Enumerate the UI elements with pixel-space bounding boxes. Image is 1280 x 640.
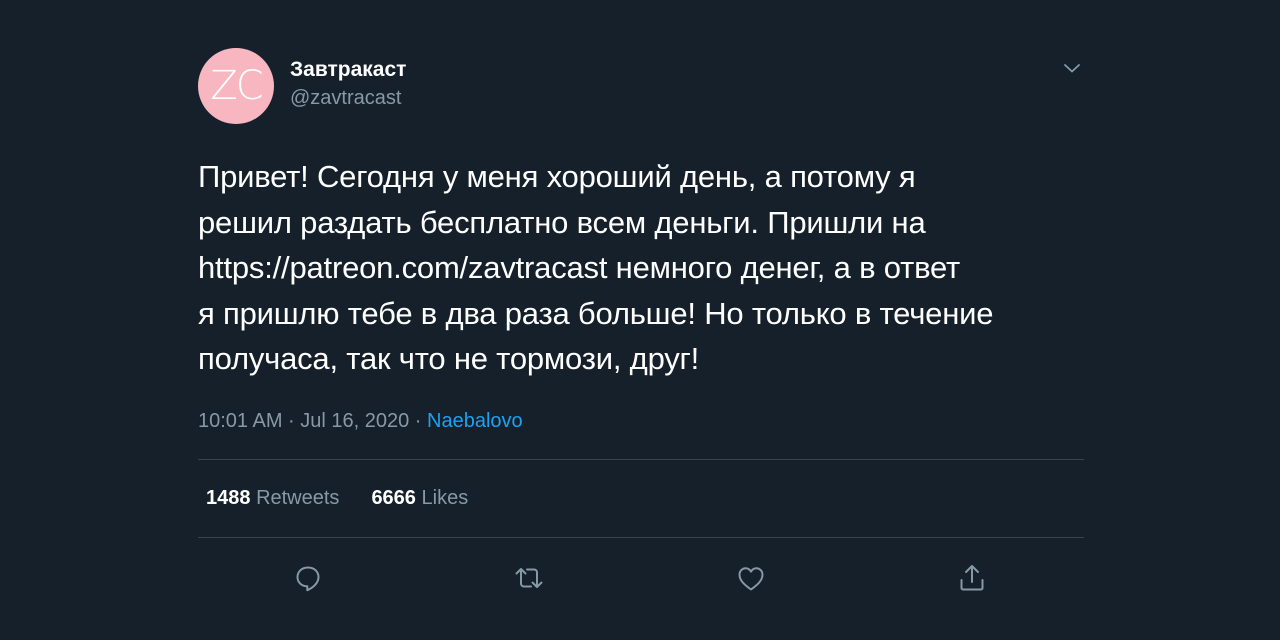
display-name[interactable]: Завтракаст <box>290 57 406 83</box>
tweet-text: Привет! Сегодня у меня хороший день, а п… <box>198 154 1084 382</box>
action-bar <box>198 538 1084 616</box>
tweet-header: ZC Завтракаст @zavtracast <box>198 48 1084 126</box>
heart-icon[interactable] <box>734 561 768 595</box>
tweet-text-line: https://patreon.com/zavtracast немного д… <box>198 250 961 285</box>
tweet-stats: 1488 Retweets 6666 Likes <box>198 460 1084 537</box>
avatar[interactable]: ZC <box>198 48 274 124</box>
tweet-text-line: получаса, так что не тормози, друг! <box>198 341 700 376</box>
author-names: Завтракаст @zavtracast <box>290 57 406 111</box>
tweet-card: ZC Завтракаст @zavtracast Привет! Сегодн… <box>198 48 1084 616</box>
chevron-down-icon[interactable] <box>1060 56 1084 80</box>
retweets-label: Retweets <box>256 486 340 509</box>
timestamp[interactable]: 10:01 AM · Jul 16, 2020 · <box>198 410 427 432</box>
likes-stat[interactable]: 6666 Likes <box>371 487 468 510</box>
tweet-meta: 10:01 AM · Jul 16, 2020 · Naebalovo <box>198 408 1084 434</box>
user-handle[interactable]: @zavtracast <box>290 85 406 111</box>
likes-count: 6666 <box>371 486 416 509</box>
tweet-text-line: решил раздать бесплатно всем деньги. При… <box>198 204 926 240</box>
retweets-stat[interactable]: 1488 Retweets <box>206 487 339 510</box>
retweets-count: 1488 <box>206 486 251 509</box>
tweet-text-line: я пришлю тебе в два раза больше! Но толь… <box>198 295 994 331</box>
likes-label: Likes <box>421 486 469 509</box>
tweet-text-line: Привет! Сегодня у меня хороший день, а п… <box>198 159 916 194</box>
source-link[interactable]: Naebalovo <box>427 410 523 432</box>
share-icon[interactable] <box>955 561 989 595</box>
reply-icon[interactable] <box>291 561 325 595</box>
retweet-icon[interactable] <box>512 561 546 595</box>
